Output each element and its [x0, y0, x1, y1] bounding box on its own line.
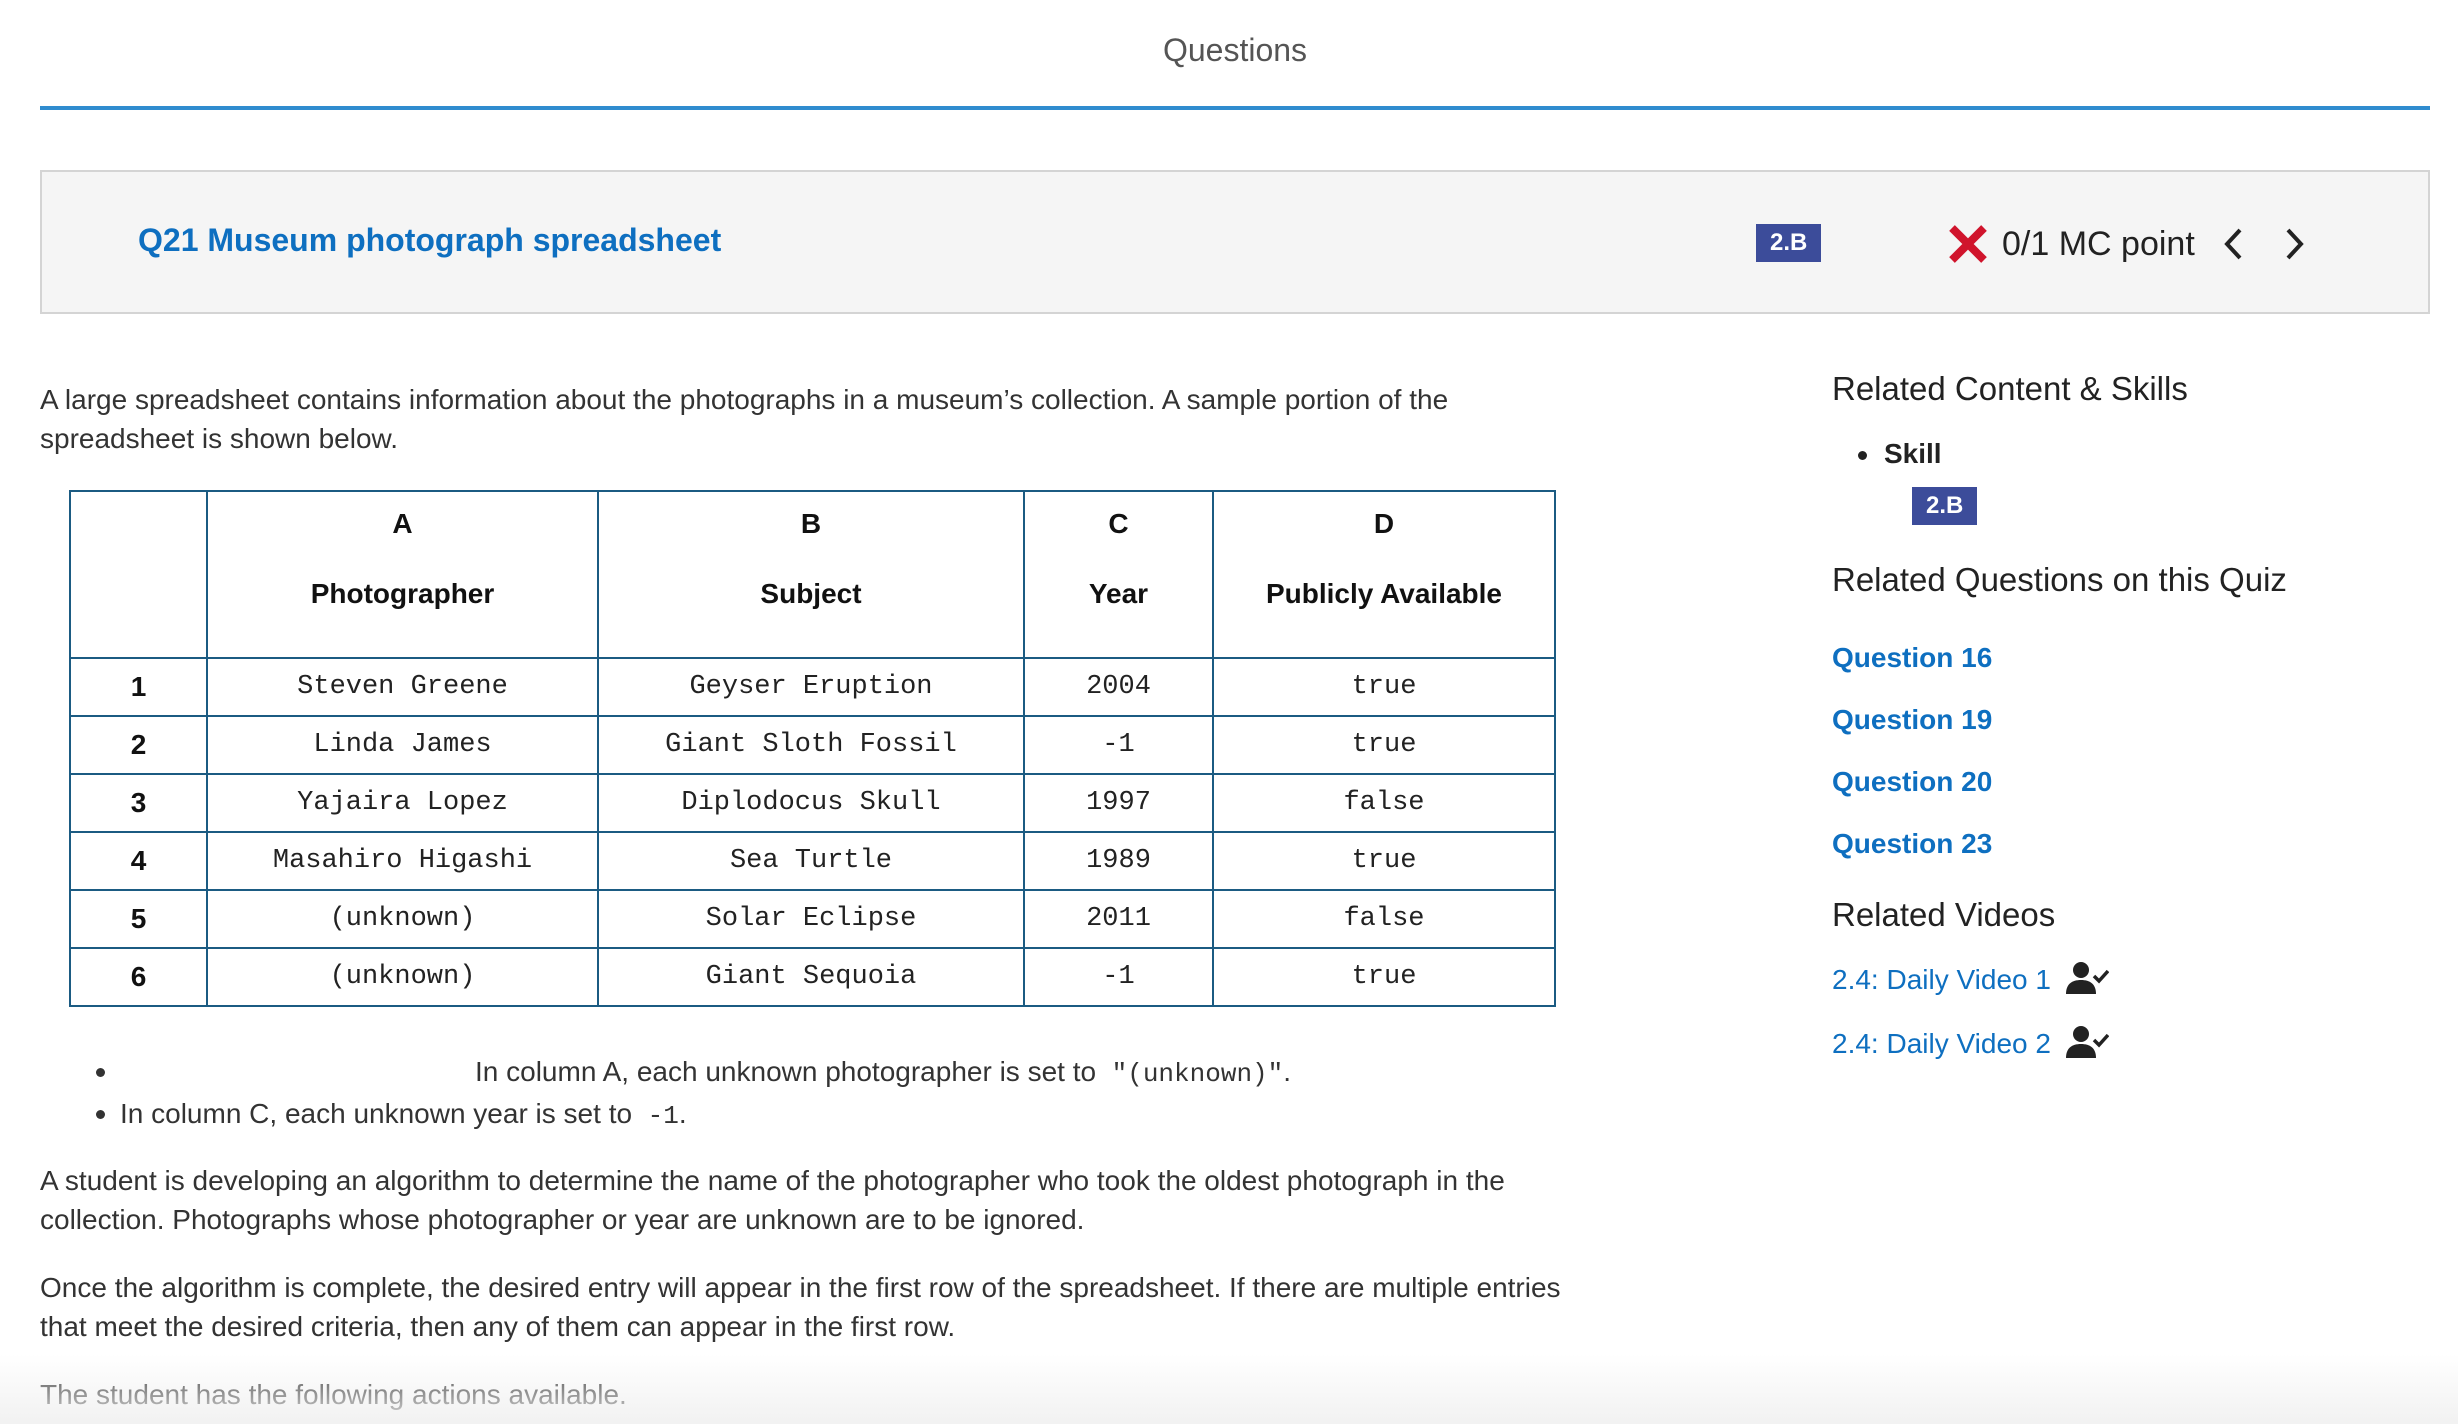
x-mark-icon [1949, 225, 1987, 263]
first-row-paragraph: Once the algorithm is complete, the desi… [40, 1272, 1561, 1342]
table-header-row: A Photographer B Subject C Year D Public… [69, 490, 1556, 659]
table-cell: 2011 [1023, 889, 1214, 949]
table-cell: Sea Turtle [597, 831, 1025, 891]
related-videos-heading: Related Videos [1832, 896, 2056, 933]
note-text: In column A, each unknown photographer i… [475, 1056, 1097, 1087]
question-link[interactable]: Question 16 [1832, 642, 1992, 673]
column-header: C Year [1023, 490, 1214, 659]
actions-paragraph: The student has the following actions av… [40, 1379, 627, 1410]
skill-label: Skill [1858, 438, 1942, 469]
column-name: Publicly Available [1265, 578, 1503, 609]
row-number: 1 [69, 657, 208, 717]
skill-badge[interactable]: 2.B [1756, 224, 1822, 262]
table-cell: (unknown) [206, 889, 599, 949]
question-link[interactable]: Question 19 [1832, 704, 1992, 735]
table-cell: false [1212, 889, 1556, 949]
table-row: 4 Masahiro Higashi Sea Turtle 1989 true [69, 831, 1556, 891]
column-header [69, 490, 208, 659]
table-cell: Linda James [206, 715, 599, 775]
related-content-heading: Related Content & Skills [1832, 370, 2188, 407]
table-row: 5 (unknown) Solar Eclipse 2011 false [69, 889, 1556, 949]
note-text: In column C, each unknown year is set to [120, 1098, 633, 1129]
table-cell: Geyser Eruption [597, 657, 1025, 717]
related-questions-heading: Related Questions on this Quiz [1832, 561, 2287, 598]
person-check-icon [2065, 1026, 2109, 1058]
column-header: D Publicly Available [1212, 490, 1556, 659]
table-cell: -1 [1023, 715, 1214, 775]
intro-paragraph: A large spreadsheet contains information… [40, 384, 1449, 454]
score-text: 0/1 MC point [2002, 224, 2195, 263]
table-cell: Diplodocus Skull [597, 773, 1025, 833]
code-value: "(unknown)" [1111, 1059, 1284, 1089]
column-header: B Subject [597, 490, 1025, 659]
list-item: In column A, each unknown photographer i… [40, 1052, 1580, 1094]
person-check-icon [2065, 962, 2109, 994]
question-title-link[interactable]: Q21 Museum photograph spreadsheet [138, 222, 721, 259]
sidebar-skill-badge[interactable]: 2.B [1912, 487, 1978, 525]
column-header: A Photographer [206, 490, 599, 659]
table-cell: true [1212, 657, 1556, 717]
related-questions-list: Question 16 Question 19 Question 20 Ques… [1832, 642, 1992, 890]
column-letter: B [800, 508, 822, 539]
row-number: 3 [69, 773, 208, 833]
column-letter: D [1373, 508, 1395, 539]
row-number: 4 [69, 831, 208, 891]
table-cell: 2004 [1023, 657, 1214, 717]
table-cell: 1989 [1023, 831, 1214, 891]
video-item: 2.4: Daily Video 1 [1832, 962, 2109, 1028]
chevron-right-icon [2286, 228, 2304, 260]
table-row: 6 (unknown) Giant Sequoia -1 true [69, 947, 1556, 1007]
question-link[interactable]: Question 23 [1832, 828, 1992, 859]
table-cell: Steven Greene [206, 657, 599, 717]
previous-question-button[interactable] [2213, 216, 2253, 272]
row-number: 5 [69, 889, 208, 949]
table-cell: true [1212, 715, 1556, 775]
chevron-left-icon [2224, 228, 2242, 260]
table-cell: 1997 [1023, 773, 1214, 833]
video-link[interactable]: 2.4: Daily Video 1 [1832, 964, 2051, 996]
note-suffix: . [678, 1098, 687, 1129]
column-name: Subject [760, 578, 862, 609]
page-header: Questions [40, 0, 2430, 110]
table-cell: Giant Sequoia [597, 947, 1025, 1007]
table-row: 1 Steven Greene Geyser Eruption 2004 tru… [69, 657, 1556, 717]
table-cell: -1 [1023, 947, 1214, 1007]
table-cell: Solar Eclipse [597, 889, 1025, 949]
score-area: 0/1 MC point [1946, 216, 2315, 272]
column-letter: A [392, 508, 413, 539]
page: Questions Q21 Museum photograph spreadsh… [0, 0, 2458, 1424]
table-cell: Masahiro Higashi [206, 831, 599, 891]
next-question-button[interactable] [2275, 216, 2315, 272]
notes-list: In column A, each unknown photographer i… [40, 1052, 1580, 1136]
column-letter: C [1108, 508, 1129, 539]
video-link[interactable]: 2.4: Daily Video 2 [1832, 1028, 2051, 1060]
note-suffix: . [1283, 1056, 1292, 1087]
list-item: In column C, each unknown year is set to… [40, 1094, 1580, 1136]
question-link[interactable]: Question 20 [1832, 766, 1992, 797]
column-name: Year [1088, 578, 1149, 609]
column-name: Photographer [310, 578, 495, 609]
spreadsheet-table: A Photographer B Subject C Year D Public… [69, 490, 1556, 1007]
table-cell: Giant Sloth Fossil [597, 715, 1025, 775]
table-row: 2 Linda James Giant Sloth Fossil -1 true [69, 715, 1556, 775]
row-number: 2 [69, 715, 208, 775]
algorithm-paragraph: A student is developing an algorithm to … [40, 1165, 1505, 1235]
table-cell: true [1212, 831, 1556, 891]
page-title: Questions [1162, 32, 1308, 68]
video-item: 2.4: Daily Video 2 [1832, 1026, 2109, 1092]
table-row: 3 Yajaira Lopez Diplodocus Skull 1997 fa… [69, 773, 1556, 833]
related-videos-list: 2.4: Daily Video 1 2.4: Daily Video 2 [1832, 962, 2109, 1092]
table-cell: (unknown) [206, 947, 599, 1007]
row-number: 6 [69, 947, 208, 1007]
table-cell: true [1212, 947, 1556, 1007]
question-bar: Q21 Museum photograph spreadsheet 2.B 0/… [40, 170, 2430, 314]
code-value: -1 [647, 1101, 679, 1131]
table-cell: false [1212, 773, 1556, 833]
table-cell: Yajaira Lopez [206, 773, 599, 833]
